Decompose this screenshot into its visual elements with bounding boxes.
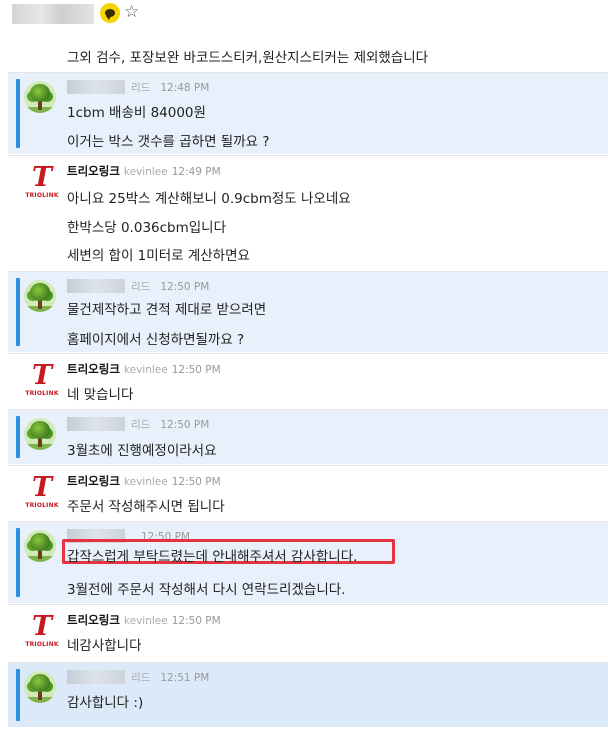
sender-name: 트리오링크 [67,164,120,178]
message-time: 12:50 PM [160,281,210,293]
chat-header: ☆ [0,0,608,40]
sender-name-redacted [67,80,125,94]
message-meta: 트리오링크 kevinlee 12:50 PM [67,473,221,489]
message-text: 갑작스럽게 부탁드렸는데 안내해주셔서 감사합니다. [67,549,358,565]
sender-role: 리드 [131,672,151,684]
message-meta: 리드 12:51 PM [67,670,209,685]
kakaotalk-chat-icon [100,3,120,23]
message-item[interactable]: T TRIOLINK 트리오링크 kevinlee 12:49 PM 아니요 25박스… [8,156,608,271]
sender-name: 트리오링크 [67,474,120,488]
sender-role: 리드 [131,281,151,293]
message-time: 12:50 PM [171,476,221,488]
user-avatar [24,671,56,703]
message-time: 12:50 PM [160,419,210,431]
message-text: 이거는 박스 갯수를 곱하면 될까요 ? [67,134,270,150]
message-item[interactable]: T TRIOLINK 트리오링크 kevinlee 12:50 PM 네감사합니다 [8,605,608,661]
message-time: 12:48 PM [160,82,210,94]
message-meta: 리드 12:48 PM [67,80,209,95]
triolink-logo-icon: T TRIOLINK [22,474,62,514]
message-text: 물건제작하고 견적 제대로 받으려면 [67,302,267,318]
message-item[interactable]: 리드 12:51 PM 감사합니다 :) [8,663,608,727]
message-text: 감사합니다 :) [67,695,144,711]
message-text: 아니요 25박스 계산해보니 0.9cbm정도 나오네요 [67,191,351,207]
message-meta: 트리오링크 kevinlee 12:50 PM [67,612,221,628]
message-time: 12:51 PM [160,672,210,684]
user-avatar [24,280,56,312]
sender-id: kevinlee [123,166,168,178]
sender-name-redacted [67,417,125,431]
message-item[interactable]: 12:50 PM 갑작스럽게 부탁드렸는데 안내해주셔서 감사합니다. 3월전에… [8,522,608,603]
triolink-logo-icon: T TRIOLINK [22,613,62,653]
message-text: 1cbm 배송비 84000원 [67,105,206,121]
message-time: 12:50 PM [171,615,221,627]
message-item[interactable]: 리드 12:48 PM 1cbm 배송비 84000원 이거는 박스 갯수를 곱하… [8,73,608,154]
favorite-star-icon[interactable]: ☆ [124,1,139,23]
message-meta: 트리오링크 kevinlee 12:50 PM [67,361,221,377]
message-meta: 리드 12:50 PM [67,417,209,432]
user-avatar [24,418,56,450]
sender-role: 리드 [131,82,151,94]
message-text: 네감사합니다 [67,638,142,654]
user-avatar [24,530,56,562]
sender-id: kevinlee [123,364,168,376]
triolink-logo-icon: T TRIOLINK [22,164,62,204]
message-text: 3월전에 주문서 작성해서 다시 연락드리겠습니다. [67,582,346,598]
message-item[interactable]: 리드 12:50 PM 3월초에 진행예정이라서요 [8,410,608,464]
message-item[interactable]: 리드 12:50 PM 물건제작하고 견적 제대로 받으려면 홈페이지에서 신청하… [8,272,608,352]
user-avatar [24,81,56,113]
message-meta: 트리오링크 kevinlee 12:49 PM [67,163,221,179]
sender-name-redacted [67,670,125,684]
sender-role: 리드 [131,419,151,431]
sender-id: kevinlee [123,615,168,627]
message-item[interactable]: T TRIOLINK 트리오링크 kevinlee 12:50 PM 네 맞습니다 [8,354,608,409]
message-item[interactable]: T TRIOLINK 트리오링크 kevinlee 12:50 PM 주문서 작성해주… [8,466,608,521]
message-text: 주문서 작성해주시면 됩니다 [67,499,225,515]
sender-name-redacted [67,279,125,293]
chat-title-redacted [12,4,94,24]
brand-logo-text: TRIOLINK [25,641,59,648]
message-text: 세변의 합이 1미터로 계산하면요 [67,248,250,264]
brand-logo-text: TRIOLINK [25,502,59,509]
message-text: 홈페이지에서 신청하면될까요 ? [67,332,245,348]
message-text: 한박스당 0.036cbm입니다 [67,220,227,236]
message-time: 12:49 PM [171,166,221,178]
message-text: 3월초에 진행예정이라서요 [67,443,217,459]
message-meta: 리드 12:50 PM [67,279,209,294]
brand-logo-text: TRIOLINK [25,192,59,199]
previous-message-continuation: 그외 검수, 포장보완 바코드스티커,원산지스티커는 제외했습니다 [67,50,429,66]
triolink-logo-icon: T TRIOLINK [22,362,62,402]
sender-name: 트리오링크 [67,362,120,376]
sender-id: kevinlee [123,476,168,488]
brand-logo-text: TRIOLINK [25,390,59,397]
message-text: 네 맞습니다 [67,387,134,403]
message-time: 12:50 PM [171,364,221,376]
sender-name: 트리오링크 [67,613,120,627]
